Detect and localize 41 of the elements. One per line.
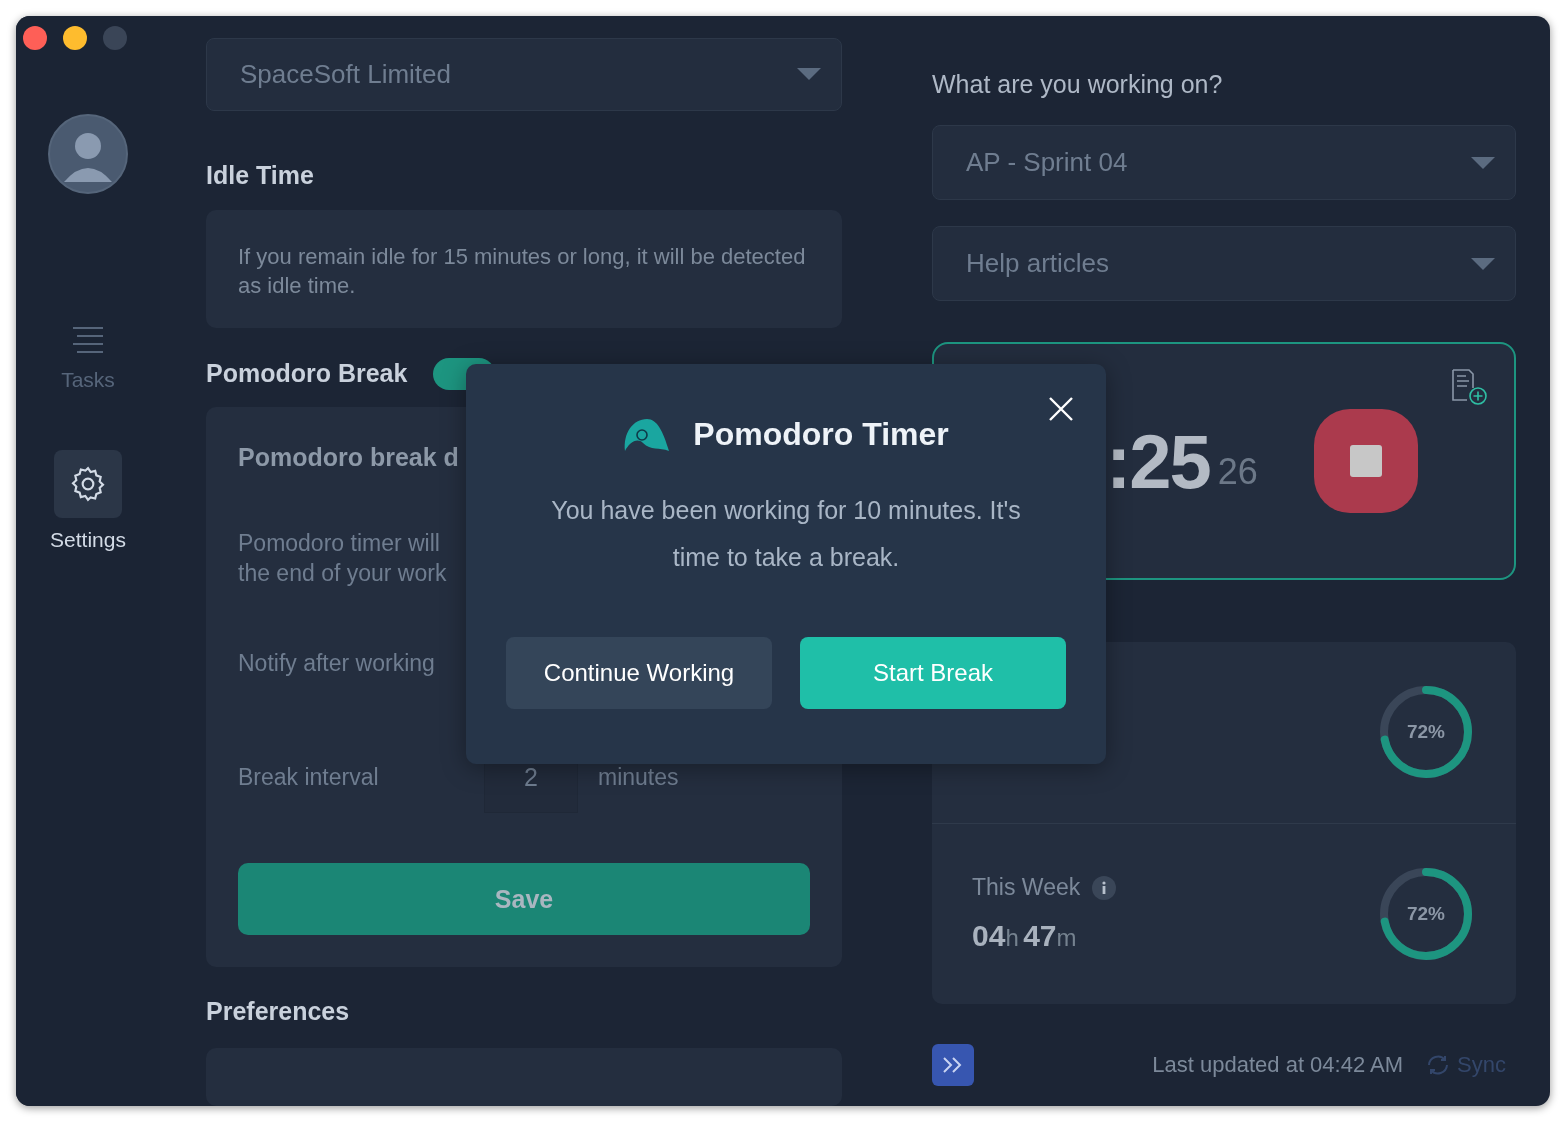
help-dropdown[interactable]: Help articles (932, 226, 1516, 301)
caret-icon (1471, 156, 1495, 169)
project-dropdown[interactable]: AP - Sprint 04 (932, 125, 1516, 200)
field-label: Notify after working (238, 650, 435, 678)
stat-title: This Week (972, 874, 1081, 902)
add-note-icon[interactable] (1450, 368, 1488, 406)
dialog-title: Pomodoro Timer (693, 416, 949, 453)
section-heading: Pomodoro Break (206, 359, 408, 389)
info-icon[interactable] (1092, 875, 1117, 900)
section-heading: Preferences (206, 996, 351, 1026)
company-dropdown[interactable]: SpaceSoft Limited (206, 38, 842, 111)
chevrons-icon (942, 1056, 964, 1074)
subsection-heading: Pomodoro break d (238, 443, 460, 473)
window-control-button[interactable] (23, 26, 47, 50)
avatar-icon[interactable] (48, 114, 128, 194)
caret-icon (797, 68, 821, 81)
stop-button[interactable] (1313, 409, 1418, 513)
description-line: the end of your work (238, 559, 447, 589)
continue-button[interactable]: Continue Working (506, 637, 772, 709)
idle-description: If you remain idle for 15 minutes or long, it will be detected as idle time. (238, 242, 807, 300)
dialog-message: You have been working for 10 minutes. It's time to take a break. (550, 495, 1022, 573)
caret-icon (1471, 257, 1495, 270)
unit-label: minutes (598, 763, 679, 791)
timer-seconds: 26 (1217, 451, 1258, 493)
save-button[interactable]: Save (238, 863, 810, 936)
logo-icon (623, 416, 672, 453)
tasks-nav-item[interactable]: Tasks (61, 322, 115, 392)
window-control-button[interactable] (63, 26, 87, 50)
percent-label: 72% (1407, 902, 1445, 925)
field-label: Break interval (238, 763, 380, 791)
description-line: Pomodoro timer will (238, 529, 440, 559)
duration-value: 04h 47m (972, 919, 1078, 954)
expand-button[interactable] (932, 1044, 974, 1086)
prompt-label: What are you working on? (932, 70, 1224, 99)
last-updated-text: Last updated at 04:42 AM (1152, 1052, 1404, 1078)
percent-label: 72% (1407, 721, 1445, 744)
section-heading: Idle Time (206, 160, 315, 190)
timer-minutes: :25 (1106, 417, 1210, 505)
close-icon[interactable] (1048, 396, 1074, 422)
list-icon (71, 325, 105, 355)
start-break-button[interactable]: Start Break (800, 637, 1066, 709)
